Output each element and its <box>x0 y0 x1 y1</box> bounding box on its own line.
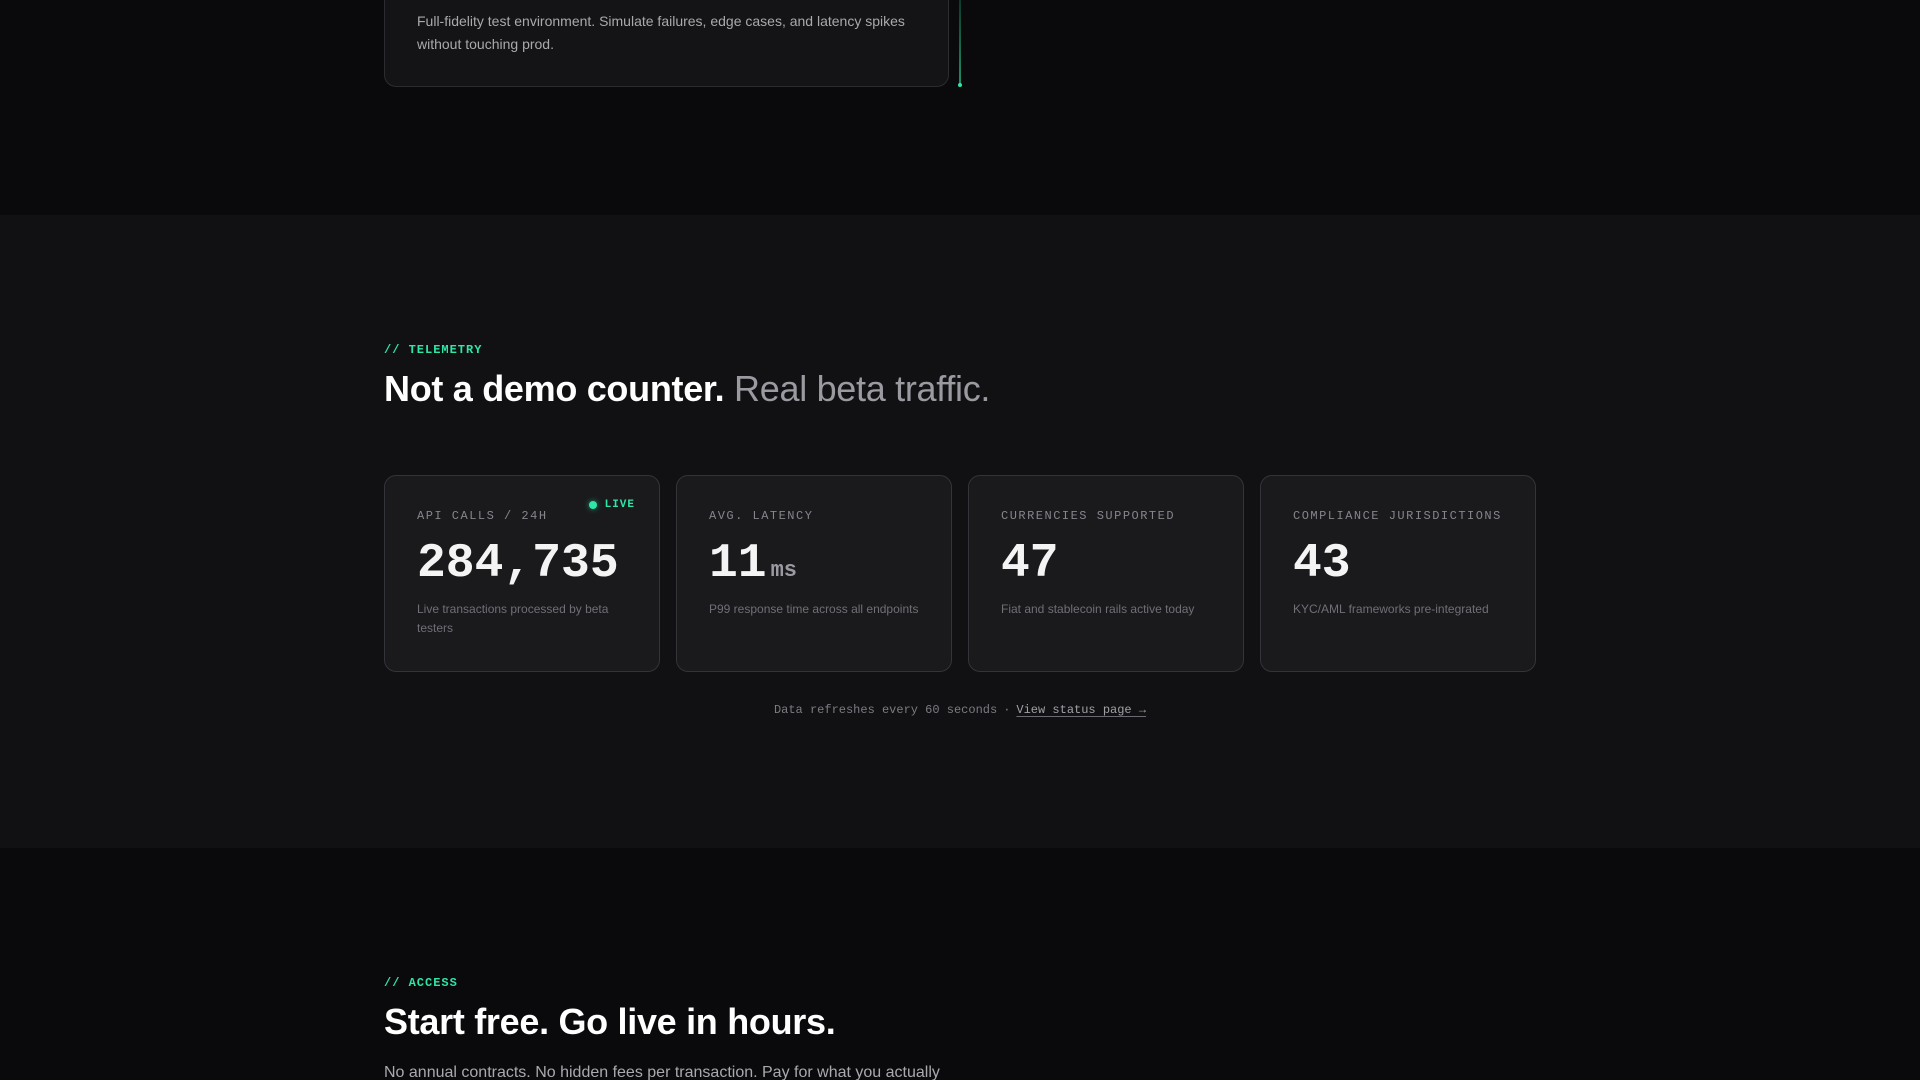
telemetry-heading-muted: Real beta traffic. <box>734 368 991 409</box>
sandbox-feature-card: Full-fidelity test environment. Simulate… <box>384 0 949 87</box>
access-section: // ACCESS Start free. Go live in hours. … <box>0 848 1920 1080</box>
refresh-note-separator: · <box>1003 703 1011 717</box>
stat-value-number: 11 <box>709 537 767 591</box>
stat-value-number: 43 <box>1293 537 1351 591</box>
stat-card-api-calls: API CALLS / 24H LIVE 284,735 Live transa… <box>384 475 660 672</box>
telemetry-eyebrow: // TELEMETRY <box>384 343 483 357</box>
stat-value: 43 <box>1293 536 1351 592</box>
live-dot-icon <box>588 501 597 509</box>
stat-value-number: 47 <box>1001 537 1059 591</box>
stat-label: API CALLS / 24H <box>417 509 548 523</box>
timeline-connector <box>959 0 961 84</box>
stat-card-jurisdictions: COMPLIANCE JURISDICTIONS 43 KYC/AML fram… <box>1260 475 1536 672</box>
stat-value-number: 284,735 <box>417 537 619 591</box>
stat-label: COMPLIANCE JURISDICTIONS <box>1293 509 1502 523</box>
refresh-note-text: Data refreshes every 60 seconds <box>773 703 998 717</box>
live-badge: LIVE <box>588 499 635 511</box>
stat-label: AVG. LATENCY <box>709 509 814 523</box>
stat-label: CURRENCIES SUPPORTED <box>1001 509 1176 523</box>
telemetry-heading-strong: Not a demo counter. <box>384 368 725 409</box>
view-status-page-link[interactable]: View status page → <box>1016 703 1146 717</box>
access-heading: Start free. Go live in hours. <box>384 1001 836 1042</box>
stat-description: Live transactions processed by beta test… <box>417 602 609 635</box>
stat-value: 11 ms <box>709 536 797 599</box>
stat-card-latency: AVG. LATENCY 11 ms P99 response time acro… <box>676 475 952 672</box>
stat-card-currencies: CURRENCIES SUPPORTED 47 Fiat and stablec… <box>968 475 1244 672</box>
sandbox-card-description: Full-fidelity test environment. Simulate… <box>417 13 905 52</box>
live-badge-text: LIVE <box>604 499 635 511</box>
timeline-dot-icon <box>958 83 962 87</box>
features-section: Full-fidelity test environment. Simulate… <box>0 0 1920 215</box>
telemetry-section: // TELEMETRY Not a demo counter. Real be… <box>0 215 1920 848</box>
stat-description: KYC/AML frameworks pre-integrated <box>1293 602 1489 616</box>
stat-value: 284,735 <box>417 536 619 592</box>
stat-value-unit: ms <box>770 558 798 583</box>
access-eyebrow: // ACCESS <box>384 976 458 990</box>
stat-description: P99 response time across all endpoints <box>709 602 919 616</box>
stat-description: Fiat and stablecoin rails active today <box>1001 602 1195 616</box>
page: Full-fidelity test environment. Simulate… <box>0 0 1920 1080</box>
refresh-note: Data refreshes every 60 seconds · View sta… <box>0 703 1920 717</box>
access-lead: No annual contracts. No hidden fees per … <box>384 1064 940 1080</box>
telemetry-heading: Not a demo counter. Real beta traffic. <box>384 368 990 410</box>
stats-grid: API CALLS / 24H LIVE 284,735 Live transa… <box>384 475 1536 672</box>
stat-value: 47 <box>1001 536 1059 592</box>
